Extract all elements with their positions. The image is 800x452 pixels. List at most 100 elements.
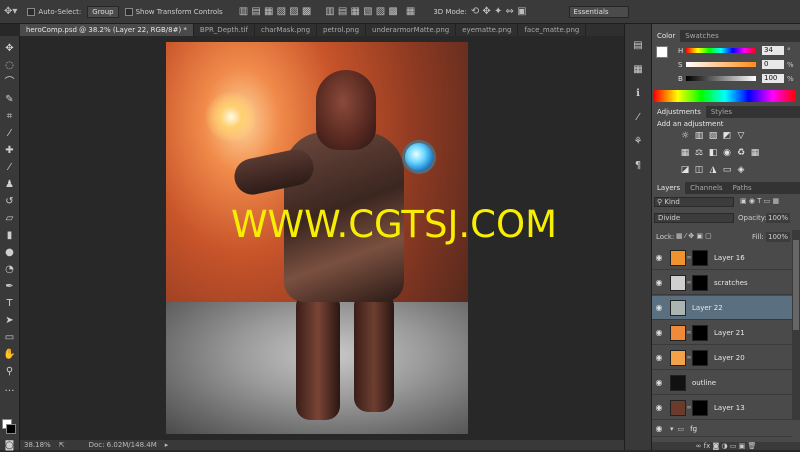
visibility-eye-icon[interactable]: ◉ <box>652 278 666 287</box>
visibility-eye-icon[interactable]: ◉ <box>652 353 666 362</box>
lasso-tool-icon[interactable]: ⌒ <box>3 76 16 89</box>
marquee-tool-icon[interactable]: ◌ <box>3 59 16 72</box>
gradient-tool-icon[interactable]: ▮ <box>3 229 16 242</box>
export-icon[interactable]: ⇱ <box>59 441 65 449</box>
hand-tool-icon[interactable]: ✋ <box>3 348 16 361</box>
tab-face-matte[interactable]: face_matte.png <box>518 24 587 36</box>
h-slider[interactable]: H 34 ° <box>678 46 796 55</box>
opacity-value[interactable]: 100% <box>766 213 790 223</box>
healing-brush-tool-icon[interactable]: ✚ <box>3 144 16 157</box>
tab-swatches[interactable]: Swatches <box>680 30 723 42</box>
posterize-icon[interactable]: ◫ <box>694 165 704 175</box>
layer-row[interactable]: ◉ ∞ Layer 16 <box>652 246 792 270</box>
layer-mask-thumbnail[interactable] <box>692 249 708 266</box>
tab-channels[interactable]: Channels <box>685 182 727 194</box>
layer-row[interactable]: ◉ ∞ Layer 13 <box>652 396 792 420</box>
s-value[interactable]: 0 <box>762 60 784 69</box>
auto-align-icon[interactable]: ▦ <box>406 6 415 17</box>
blend-mode-dropdown[interactable]: Divide <box>654 213 734 223</box>
eyedropper-tool-icon[interactable]: ⁄ <box>3 127 16 140</box>
selective-color-icon[interactable]: ◈ <box>736 165 746 175</box>
group-expand-arrow-icon[interactable]: ▾ <box>670 425 674 433</box>
eraser-tool-icon[interactable]: ▱ <box>3 212 16 225</box>
photo-filter-icon[interactable]: ◉ <box>722 148 732 158</box>
tab-charmask[interactable]: charMask.png <box>255 24 318 36</box>
layer-filter-dropdown[interactable]: ⚲ Kind <box>654 197 734 207</box>
move-tool-icon[interactable]: ✥ <box>3 42 16 55</box>
quick-select-tool-icon[interactable]: ✎ <box>3 93 16 106</box>
tab-paths[interactable]: Paths <box>728 182 757 194</box>
distribute-icons[interactable]: ▥ ▤ ▦ ▧ ▨ ▩ <box>325 6 398 17</box>
invert-icon[interactable]: ◪ <box>680 165 690 175</box>
layer-mask-thumbnail[interactable] <box>692 349 708 366</box>
layer-name[interactable]: scratches <box>714 279 748 287</box>
paragraph-panel-icon[interactable]: ¶ <box>632 160 644 172</box>
zoom-level[interactable]: 38.18% <box>24 441 51 449</box>
move-tool-preset-icon[interactable]: ✥▾ <box>4 6 17 17</box>
auto-select-toggle[interactable]: Auto-Select: <box>27 7 81 16</box>
exposure-icon[interactable]: ◩ <box>722 131 732 141</box>
visibility-eye-icon[interactable]: ◉ <box>652 424 666 433</box>
quick-mask-icon[interactable]: ◙ <box>3 439 16 452</box>
tab-color[interactable]: Color <box>652 30 681 42</box>
s-track[interactable] <box>686 62 756 67</box>
fill-value[interactable]: 100% <box>766 232 790 242</box>
mode-3d-icons[interactable]: ⟲ ✥ ✦ ⇔ ▣ <box>471 6 527 17</box>
blur-tool-icon[interactable]: ● <box>3 246 16 259</box>
layer-row[interactable]: ◉ ∞ scratches <box>652 271 792 295</box>
clone-stamp-tool-icon[interactable]: ♟ <box>3 178 16 191</box>
black-white-icon[interactable]: ◧ <box>708 148 718 158</box>
properties-panel-icon[interactable]: ▦ <box>632 64 644 76</box>
b-track[interactable] <box>686 76 756 81</box>
group-name[interactable]: fg <box>690 425 697 433</box>
background-color-swatch[interactable] <box>6 424 16 434</box>
layers-scroll-thumb[interactable] <box>793 240 799 330</box>
history-panel-icon[interactable]: ▤ <box>632 40 644 52</box>
h-value[interactable]: 34 <box>762 46 784 55</box>
layer-mask-thumbnail[interactable] <box>692 274 708 291</box>
curves-icon[interactable]: ▧ <box>708 131 718 141</box>
threshold-icon[interactable]: ◮ <box>708 165 718 175</box>
path-selection-tool-icon[interactable]: ➤ <box>3 314 16 327</box>
layer-name[interactable]: Layer 21 <box>714 329 745 337</box>
tab-layers[interactable]: Layers <box>652 182 686 194</box>
tab-adjustments[interactable]: Adjustments <box>652 106 706 118</box>
color-balance-icon[interactable]: ⚖ <box>694 148 704 158</box>
status-menu-arrow-icon[interactable]: ▸ <box>165 441 169 449</box>
visibility-eye-icon[interactable]: ◉ <box>652 253 666 262</box>
tab-underarmormatte[interactable]: underarmorMatte.png <box>366 24 457 36</box>
color-fg-swatch[interactable] <box>656 46 668 58</box>
tab-styles[interactable]: Styles <box>706 106 737 118</box>
transform-controls-toggle[interactable]: Show Transform Controls <box>124 7 223 16</box>
levels-icon[interactable]: ▥ <box>694 131 704 141</box>
clone-source-panel-icon[interactable]: ⚘ <box>632 136 644 148</box>
layer-mask-thumbnail[interactable] <box>692 399 708 416</box>
layer-mask-thumbnail[interactable] <box>692 324 708 341</box>
auto-select-value[interactable]: Group <box>87 5 119 18</box>
layer-name[interactable]: Layer 22 <box>692 304 723 312</box>
layer-row[interactable]: ◉ outline <box>652 371 792 395</box>
s-slider[interactable]: S 0 % <box>678 60 796 69</box>
layers-footer-icons[interactable]: ∞ fx ◙ ◑ ▭ ▣ 🗑 <box>652 442 800 450</box>
tab-eyematte[interactable]: eyematte.png <box>456 24 519 36</box>
tab-petrol[interactable]: petrol.png <box>317 24 367 36</box>
brightness-icon[interactable]: ☼ <box>680 131 690 141</box>
auto-select-checkbox[interactable] <box>27 7 36 16</box>
color-spectrum-bar[interactable] <box>654 90 796 102</box>
layer-row-selected[interactable]: ◉ Layer 22 <box>652 296 792 320</box>
layer-name[interactable]: outline <box>692 379 716 387</box>
layer-filter-icons[interactable]: ▣ ◉ T ▭ ▦ <box>740 197 779 205</box>
channel-mixer-icon[interactable]: ♻ <box>736 148 746 158</box>
b-slider[interactable]: B 100 % <box>678 74 796 83</box>
b-value[interactable]: 100 <box>762 74 784 83</box>
zoom-tool-icon[interactable]: ⚲ <box>3 365 16 378</box>
layer-group-row[interactable]: ◉ ▾ ▭ fg <box>652 421 792 437</box>
history-brush-tool-icon[interactable]: ↺ <box>3 195 16 208</box>
layer-row[interactable]: ◉ ∞ Layer 21 <box>652 321 792 345</box>
align-icons[interactable]: ▥ ▤ ▦ ▧ ▨ ▩ <box>239 6 312 17</box>
workspace-switcher[interactable]: Essentials <box>568 5 629 18</box>
layer-row[interactable]: ◉ ∞ Layer 20 <box>652 346 792 370</box>
layer-name[interactable]: Layer 13 <box>714 404 745 412</box>
more-tools-icon[interactable]: … <box>3 382 16 395</box>
tab-herocomp[interactable]: heroComp.psd @ 38.2% (Layer 22, RGB/8#) … <box>20 24 194 36</box>
